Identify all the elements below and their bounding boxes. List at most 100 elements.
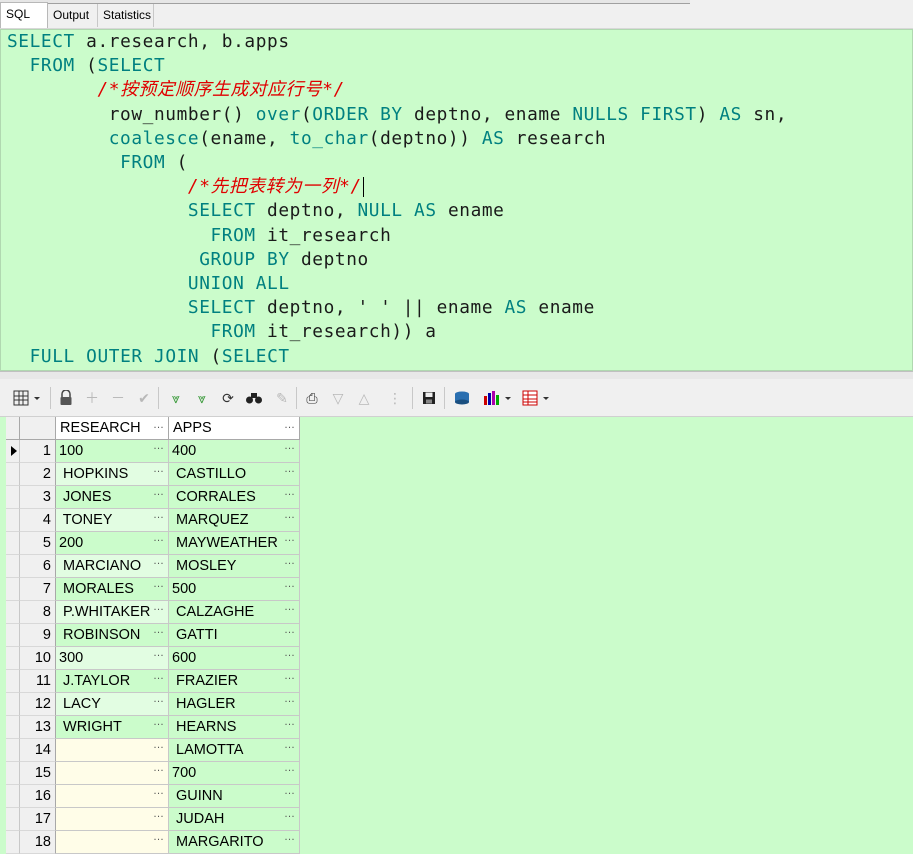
cell-editor-icon[interactable]: … [284,463,295,481]
column-menu-icon[interactable]: … [284,414,295,437]
cell-editor-icon[interactable]: … [284,670,295,688]
cell-editor-icon[interactable]: … [153,509,164,527]
cell-research[interactable]: 300… [56,647,169,670]
cell-apps[interactable]: 500… [169,578,300,601]
cell-apps[interactable]: GATTI… [169,624,300,647]
table-row[interactable]: 2 HOPKINS… CASTILLO… [6,463,300,486]
table-row[interactable]: 6 MARCIANO… MOSLEY… [6,555,300,578]
find-icon[interactable] [244,388,264,408]
cell-editor-icon[interactable]: … [284,532,295,550]
cell-research[interactable]: MORALES… [56,578,169,601]
cell-editor-icon[interactable]: … [284,440,295,458]
cell-editor-icon[interactable]: … [153,693,164,711]
cell-editor-icon[interactable]: … [153,532,164,550]
row-indicator[interactable] [6,647,20,670]
row-indicator[interactable] [6,578,20,601]
cell-editor-icon[interactable]: … [284,555,295,573]
row-indicator[interactable] [6,808,20,831]
cell-editor-icon[interactable]: … [153,647,164,665]
filter-up-icon[interactable]: △ [354,388,374,408]
table-row[interactable]: 4 TONEY… MARQUEZ… [6,509,300,532]
cell-editor-icon[interactable]: … [284,509,295,527]
cell-research[interactable]: J.TAYLOR… [56,670,169,693]
cell-editor-icon[interactable]: … [153,785,164,803]
cell-editor-icon[interactable]: … [284,785,295,803]
column-header-research[interactable]: RESEARCH … [56,417,169,440]
cell-research[interactable]: … [56,739,169,762]
cell-apps[interactable]: 700… [169,762,300,785]
row-indicator[interactable] [6,693,20,716]
sql-editor[interactable]: SELECT a.research, b.apps FROM (SELECT /… [0,29,913,371]
row-indicator[interactable] [6,601,20,624]
cell-research[interactable]: … [56,808,169,831]
row-indicator[interactable] [6,509,20,532]
chart-icon[interactable] [480,388,516,408]
cell-editor-icon[interactable]: … [153,831,164,849]
row-indicator[interactable] [6,831,20,854]
table-view-icon[interactable] [520,388,554,408]
cell-apps[interactable]: MARQUEZ… [169,509,300,532]
cell-editor-icon[interactable]: … [153,486,164,504]
row-indicator[interactable] [6,624,20,647]
table-row[interactable]: 11 J.TAYLOR… FRAZIER… [6,670,300,693]
tab-statistics[interactable]: Statistics [98,4,154,27]
cell-apps[interactable]: HAGLER… [169,693,300,716]
cell-editor-icon[interactable]: … [153,716,164,734]
row-indicator[interactable] [6,716,20,739]
table-row[interactable]: 10 300… 600… [6,647,300,670]
cell-apps[interactable]: MARGARITO… [169,831,300,854]
tree-icon[interactable]: ⋮ [385,388,405,408]
cell-editor-icon[interactable]: … [284,624,295,642]
cell-research[interactable]: 100… [56,440,169,463]
table-row[interactable]: 12 LACY… HAGLER… [6,693,300,716]
print-icon[interactable]: ⎙ [302,388,322,408]
cell-apps[interactable]: GUINN… [169,785,300,808]
cell-editor-icon[interactable]: … [153,601,164,619]
cell-research[interactable]: … [56,831,169,854]
cell-apps[interactable]: MOSLEY… [169,555,300,578]
table-row[interactable]: 5 200… MAYWEATHER… [6,532,300,555]
cell-research[interactable]: WRIGHT… [56,716,169,739]
cell-editor-icon[interactable]: … [153,762,164,780]
table-row[interactable]: 13 WRIGHT… HEARNS… [6,716,300,739]
fetch-next-icon[interactable]: ⩔ [166,388,186,408]
cell-apps[interactable]: 600… [169,647,300,670]
cell-editor-icon[interactable]: … [284,601,295,619]
table-row[interactable]: 16… GUINN… [6,785,300,808]
cell-apps[interactable]: HEARNS… [169,716,300,739]
cell-editor-icon[interactable]: … [284,762,295,780]
lock-icon[interactable] [56,388,76,408]
column-menu-icon[interactable]: … [153,414,164,437]
cell-apps[interactable]: MAYWEATHER… [169,532,300,555]
cell-editor-icon[interactable]: … [284,739,295,757]
cell-editor-icon[interactable]: … [153,463,164,481]
table-row[interactable]: 18 … MARGARITO… [6,831,300,854]
cell-editor-icon[interactable]: … [153,739,164,757]
table-row[interactable]: 15… 700… [6,762,300,785]
cell-editor-icon[interactable]: … [153,440,164,458]
cell-editor-icon[interactable]: … [153,555,164,573]
cell-research[interactable]: TONEY… [56,509,169,532]
cell-research[interactable]: ROBINSON… [56,624,169,647]
row-indicator[interactable] [6,785,20,808]
table-row[interactable]: 1 100… 400… [6,440,300,463]
post-changes-icon[interactable]: ✔ [134,388,154,408]
cell-apps[interactable]: CALZAGHE… [169,601,300,624]
row-indicator[interactable] [6,463,20,486]
cell-editor-icon[interactable]: … [153,808,164,826]
row-indicator[interactable] [6,670,20,693]
cell-editor-icon[interactable]: … [284,693,295,711]
cell-editor-icon[interactable]: … [153,578,164,596]
grid-menu-icon[interactable] [10,388,44,408]
filter-down-icon[interactable]: ▽ [328,388,348,408]
fetch-last-icon[interactable]: ⩔ [192,388,212,408]
cell-research[interactable]: 200… [56,532,169,555]
row-indicator[interactable] [6,440,20,463]
clear-icon[interactable]: ✎ [272,388,292,408]
row-indicator[interactable] [6,555,20,578]
cell-research[interactable]: MARCIANO… [56,555,169,578]
table-row[interactable]: 7 MORALES… 500… [6,578,300,601]
row-indicator[interactable] [6,762,20,785]
cell-research[interactable]: LACY… [56,693,169,716]
cell-apps[interactable]: 400… [169,440,300,463]
